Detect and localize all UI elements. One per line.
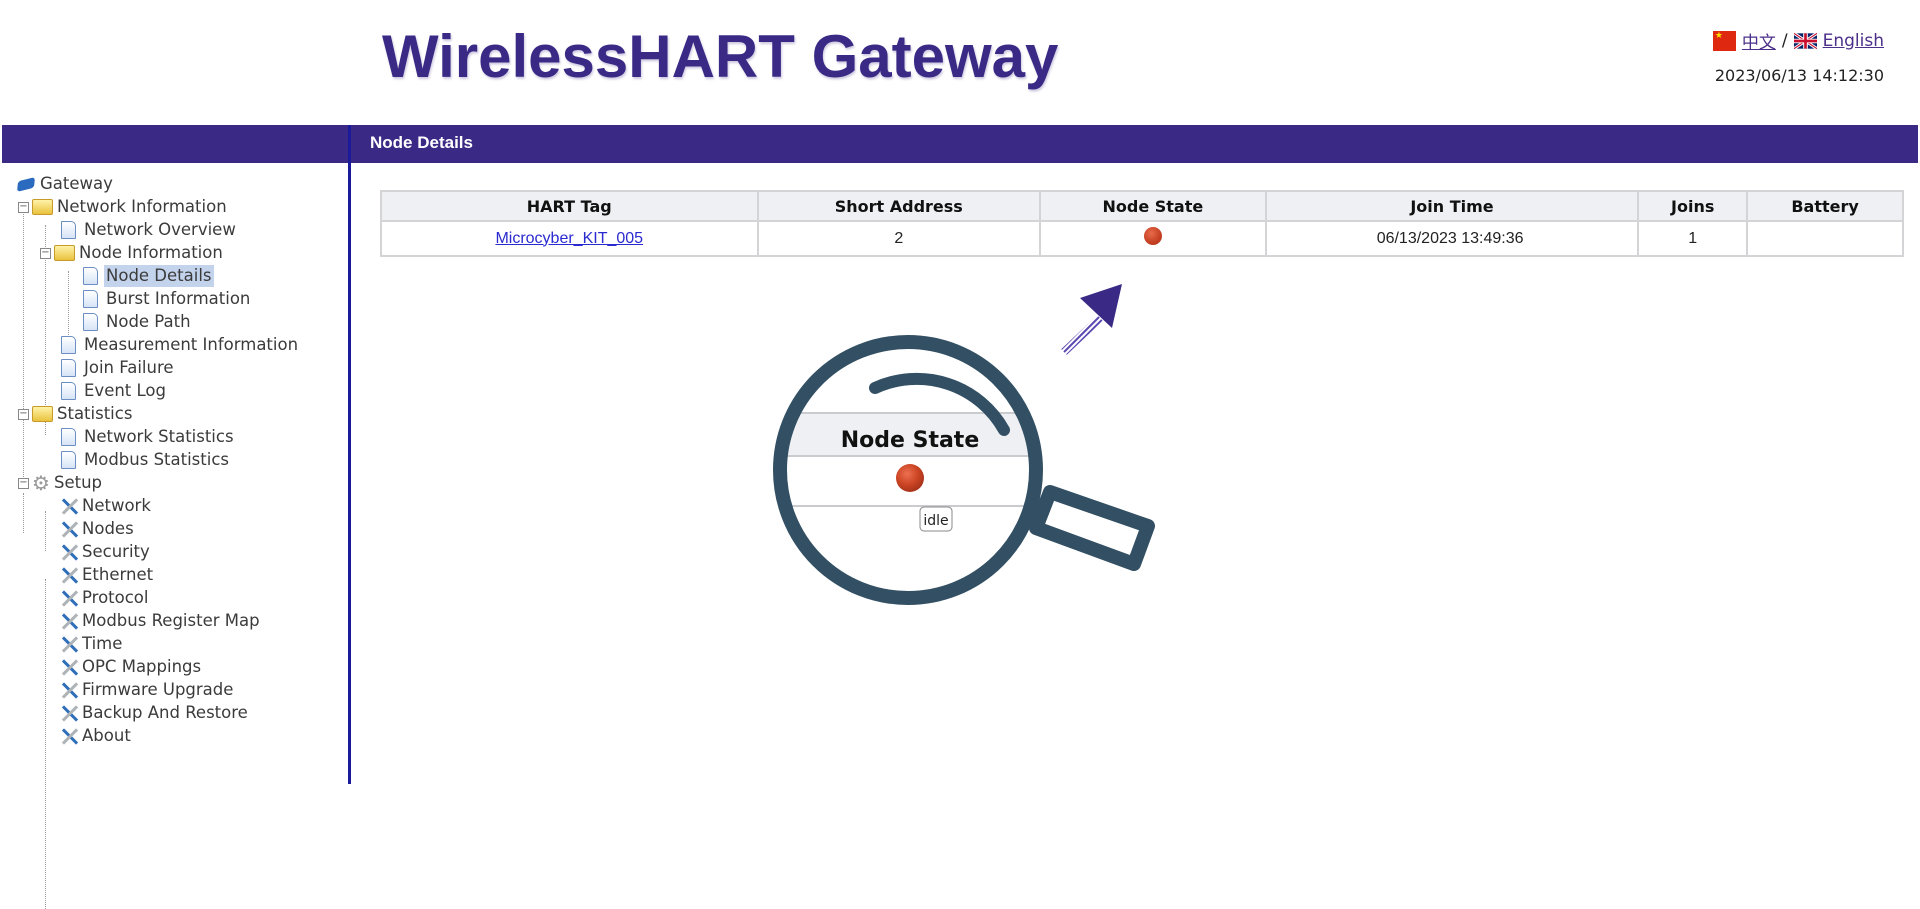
cell-battery bbox=[1746, 220, 1904, 257]
sidebar-item-nodes[interactable]: Nodes bbox=[58, 518, 136, 540]
sidebar-item-join-failure[interactable]: Join Failure bbox=[58, 357, 176, 379]
column-header-join-time[interactable]: Join Time bbox=[1264, 190, 1640, 222]
sidebar-item-about[interactable]: About bbox=[58, 725, 133, 747]
column-header-joins[interactable]: Joins bbox=[1637, 190, 1749, 222]
tools-icon bbox=[58, 680, 78, 700]
sidebar-item-statistics[interactable]: − Statistics bbox=[18, 403, 134, 425]
lang-chinese-link[interactable]: 中文 bbox=[1742, 28, 1776, 53]
node-state-indicator-icon[interactable] bbox=[1143, 227, 1162, 245]
collapse-icon[interactable]: − bbox=[18, 408, 29, 420]
page-icon bbox=[61, 382, 76, 400]
tools-icon bbox=[58, 519, 78, 539]
language-switcher: 中文 / English bbox=[1712, 28, 1884, 53]
page-icon bbox=[61, 451, 76, 469]
page-icon bbox=[83, 267, 98, 285]
sidebar-item-ethernet[interactable]: Ethernet bbox=[58, 564, 155, 586]
sidebar-item-event-log[interactable]: Event Log bbox=[58, 380, 168, 402]
tools-icon bbox=[58, 565, 78, 585]
page-title: Node Details bbox=[370, 133, 473, 152]
magnifier-callout: Node State idle bbox=[773, 284, 1155, 605]
column-header-hart-tag[interactable]: HART Tag bbox=[380, 190, 759, 222]
column-header-short-address[interactable]: Short Address bbox=[756, 190, 1042, 222]
sidebar-item-time[interactable]: Time bbox=[58, 633, 124, 655]
tree-line bbox=[23, 493, 24, 533]
sidebar-divider bbox=[348, 125, 351, 784]
gear-icon: ⚙ bbox=[32, 471, 50, 495]
tree-line bbox=[68, 271, 69, 343]
tools-icon bbox=[58, 496, 78, 516]
current-datetime: 2023/06/13 14:12:30 bbox=[1714, 66, 1884, 85]
cell-hart-tag: Microcyber_KIT_005 bbox=[380, 220, 759, 257]
sidebar-item-network-information[interactable]: − Network Information bbox=[18, 196, 229, 218]
tools-icon bbox=[58, 657, 78, 677]
collapse-icon[interactable]: − bbox=[18, 477, 29, 489]
sidebar-item-security[interactable]: Security bbox=[58, 541, 152, 563]
app-title: WirelessHART Gateway bbox=[382, 23, 1059, 90]
sidebar-item-node-information[interactable]: − Node Information bbox=[40, 242, 225, 264]
cell-join-time: 06/13/2023 13:49:36 bbox=[1264, 220, 1640, 257]
tree-line bbox=[45, 579, 46, 909]
sidebar-item-network-overview[interactable]: Network Overview bbox=[58, 219, 238, 241]
page-icon bbox=[61, 359, 76, 377]
title-bar bbox=[2, 125, 1918, 163]
page-icon bbox=[83, 290, 98, 308]
folder-open-icon bbox=[54, 245, 75, 261]
collapse-icon[interactable]: − bbox=[40, 247, 51, 259]
sidebar-item-modbus-statistics[interactable]: Modbus Statistics bbox=[58, 449, 231, 471]
sidebar-item-network-statistics[interactable]: Network Statistics bbox=[58, 426, 236, 448]
tools-icon bbox=[58, 611, 78, 631]
tools-icon bbox=[58, 726, 78, 746]
uk-flag-icon bbox=[1793, 31, 1817, 50]
sidebar-item-node-details[interactable]: Node Details bbox=[80, 265, 214, 287]
tools-icon bbox=[58, 634, 78, 654]
magnified-header-text: Node State bbox=[841, 428, 980, 453]
sidebar-item-opc-mappings[interactable]: OPC Mappings bbox=[58, 656, 203, 678]
tools-icon bbox=[58, 588, 78, 608]
sidebar-item-measurement-information[interactable]: Measurement Information bbox=[58, 334, 300, 356]
tools-icon bbox=[58, 703, 78, 723]
page-icon bbox=[61, 428, 76, 446]
book-icon bbox=[17, 176, 35, 192]
cell-node-state bbox=[1039, 220, 1267, 257]
tools-icon bbox=[58, 542, 78, 562]
china-flag-icon bbox=[1712, 30, 1736, 51]
page-icon bbox=[61, 221, 76, 239]
page-icon bbox=[61, 336, 76, 354]
table-header-row: HART Tag Short Address Node State Join T… bbox=[380, 190, 1904, 222]
magnifier-handle bbox=[1029, 485, 1155, 571]
column-header-battery[interactable]: Battery bbox=[1746, 190, 1904, 222]
sidebar-item-burst-information[interactable]: Burst Information bbox=[80, 288, 252, 310]
lang-separator: / bbox=[1781, 30, 1788, 51]
folder-open-icon bbox=[32, 406, 53, 422]
sidebar-item-firmware-upgrade[interactable]: Firmware Upgrade bbox=[58, 679, 235, 701]
folder-open-icon bbox=[32, 199, 53, 215]
cell-short-address: 2 bbox=[756, 220, 1042, 257]
page-icon bbox=[83, 313, 98, 331]
sidebar-item-gateway[interactable]: Gateway bbox=[16, 173, 115, 195]
column-header-node-state[interactable]: Node State bbox=[1039, 190, 1267, 222]
node-details-table: HART Tag Short Address Node State Join T… bbox=[380, 190, 1904, 257]
table-row: Microcyber_KIT_005 2 06/13/2023 13:49:36… bbox=[380, 220, 1904, 257]
tree-line bbox=[45, 511, 46, 551]
sidebar-item-modbus-register-map[interactable]: Modbus Register Map bbox=[58, 610, 262, 632]
cell-joins: 1 bbox=[1637, 220, 1749, 257]
arrow-icon bbox=[1061, 284, 1122, 355]
tree-line bbox=[23, 209, 24, 481]
magnified-state-dot-icon bbox=[896, 464, 924, 492]
hart-tag-link[interactable]: Microcyber_KIT_005 bbox=[495, 230, 643, 247]
sidebar-item-backup-and-restore[interactable]: Backup And Restore bbox=[58, 702, 250, 724]
sidebar-item-protocol[interactable]: Protocol bbox=[58, 587, 151, 609]
collapse-icon[interactable]: − bbox=[18, 201, 29, 213]
sidebar-item-node-path[interactable]: Node Path bbox=[80, 311, 193, 333]
lang-english-link[interactable]: English bbox=[1823, 31, 1884, 51]
sidebar-item-setup[interactable]: − ⚙ Setup bbox=[18, 472, 104, 494]
tooltip-text: idle bbox=[923, 513, 948, 529]
sidebar-item-network[interactable]: Network bbox=[58, 495, 153, 517]
